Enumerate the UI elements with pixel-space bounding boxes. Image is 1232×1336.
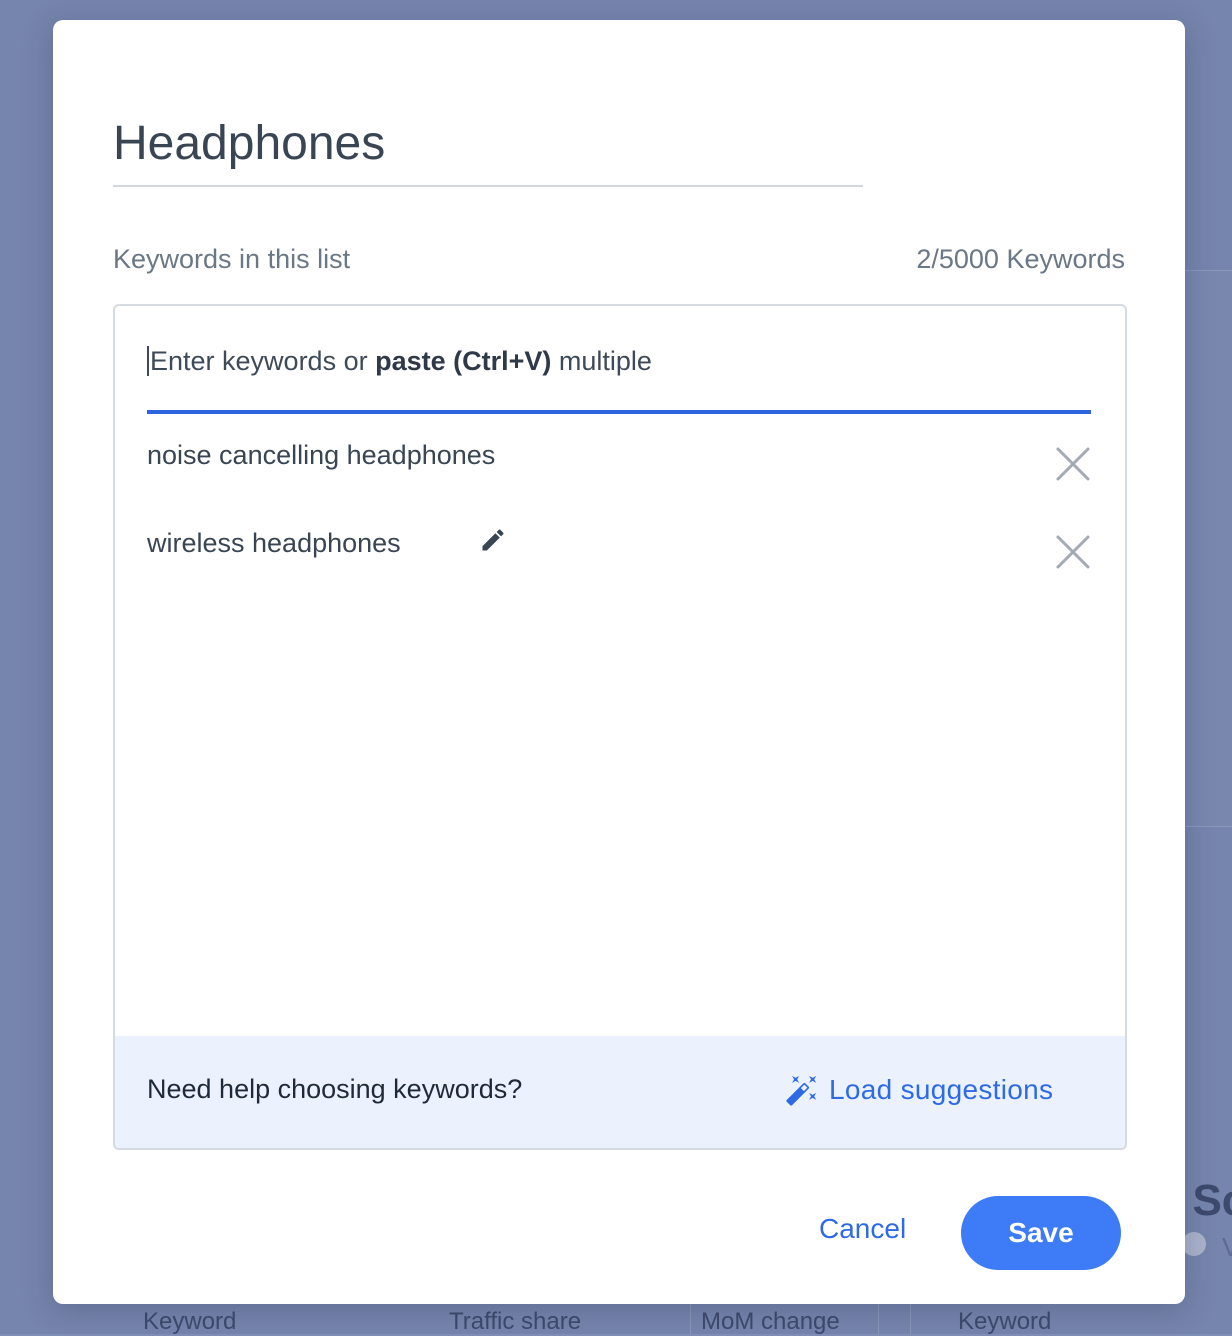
- keyword-input[interactable]: Enter keywords or paste (Ctrl+V) multipl…: [147, 344, 1091, 414]
- column-separator: [910, 1304, 911, 1334]
- keyword-item: wireless headphones: [147, 528, 1091, 578]
- keyword-text: wireless headphones: [147, 528, 401, 558]
- input-placeholder-suffix: multiple: [551, 346, 652, 376]
- column-header-mom-change: MoM change: [701, 1308, 840, 1335]
- cancel-button[interactable]: Cancel: [819, 1213, 906, 1245]
- column-header-traffic-share: Traffic share: [449, 1308, 582, 1335]
- keywords-box: Enter keywords or paste (Ctrl+V) multipl…: [113, 304, 1127, 1150]
- magic-wand-icon: [785, 1073, 819, 1107]
- list-name-input[interactable]: Headphones: [113, 116, 863, 181]
- column-header-keyword: Keyword: [143, 1308, 237, 1335]
- keywords-label: Keywords in this list: [113, 244, 351, 274]
- column-separator: [878, 1304, 879, 1334]
- close-icon[interactable]: [1055, 534, 1091, 570]
- input-focus-underline: [147, 410, 1091, 414]
- text-caret: [147, 345, 149, 376]
- keyword-list-dialog: Headphones Keywords in this list 2/5000 …: [53, 20, 1185, 1304]
- help-text: Need help choosing keywords?: [147, 1074, 523, 1104]
- keywords-count: 2/5000 Keywords: [916, 244, 1125, 274]
- load-suggestions-button[interactable]: Load suggestions: [785, 1070, 1053, 1110]
- pencil-icon[interactable]: [479, 526, 507, 554]
- column-separator: [690, 1304, 691, 1334]
- save-button[interactable]: Save: [961, 1196, 1121, 1270]
- load-suggestions-label: Load suggestions: [829, 1074, 1054, 1105]
- background-panel: [1185, 270, 1232, 827]
- input-placeholder-prefix: Enter keywords or: [150, 346, 376, 376]
- globe-icon: [1182, 1232, 1206, 1256]
- column-header-keyword-2: Keyword: [958, 1308, 1052, 1335]
- background-subtext: V: [1222, 1232, 1232, 1262]
- list-name-underline: [113, 185, 863, 187]
- keyword-text: noise cancelling headphones: [147, 440, 496, 470]
- keyword-item: noise cancelling headphones: [147, 440, 1091, 490]
- help-bar: Need help choosing keywords? Load sugges…: [115, 1036, 1125, 1148]
- input-placeholder-bold: paste (Ctrl+V): [375, 346, 552, 376]
- close-icon[interactable]: [1055, 446, 1091, 482]
